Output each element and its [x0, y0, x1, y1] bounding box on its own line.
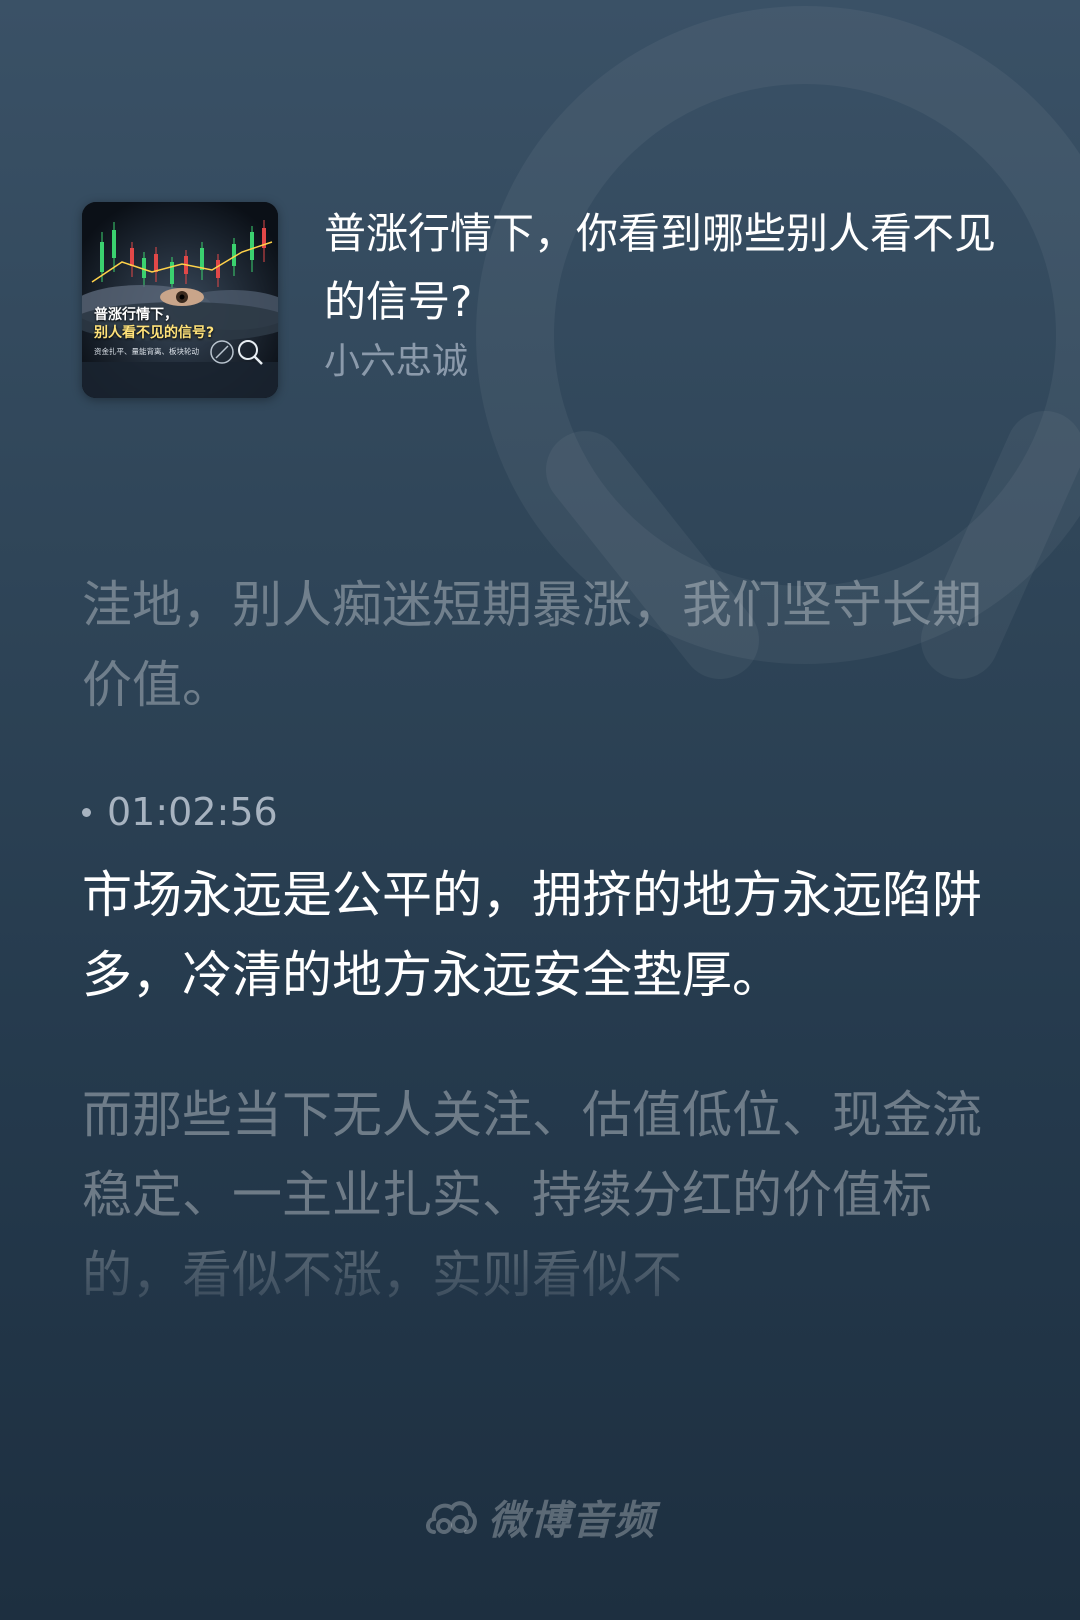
episode-cover-art[interactable]: 普涨行情下， 别人看不见的信号? 资金扎平、量能背离、板块轮动 [82, 202, 278, 398]
cover-title-line1: 普涨行情下， [94, 307, 178, 323]
transcript-timestamp: 01:02:56 [82, 790, 278, 834]
brand-watermark: 微博音频 [0, 1488, 1080, 1546]
brand-name: 微博音频 [488, 1498, 656, 1544]
author-name[interactable]: 小六忠诚 [324, 332, 468, 384]
cover-title-line2: 别人看不见的信号? [94, 325, 215, 341]
cover-background-image [82, 202, 278, 398]
cover-subtitle: 资金扎平、量能背离、板块轮动 [94, 347, 199, 356]
cover-title: 普涨行情下， 别人看不见的信号? [94, 306, 270, 342]
transcript-previous-line: 洼地，别人痴迷短期暴涨，我们坚守长期价值。 [82, 576, 982, 714]
transcript-next-line: 而那些当下无人关注、估值低位、现金流稳定、一主业扎实、持续分红的价值标的，看似不… [82, 1086, 982, 1304]
weibo-cloud-icon [426, 1501, 477, 1534]
bullet-dot-icon [82, 807, 91, 817]
timestamp-text: 01:02:56 [107, 790, 278, 834]
episode-title[interactable]: 普涨行情下，你看到哪些别人看不见的信号? [324, 200, 1004, 336]
transcript-current-line: 市场永远是公平的，拥挤的地方永远陷阱多，冷清的地方永远安全垫厚。 [82, 866, 982, 1004]
episode-header: 普涨行情下， 别人看不见的信号? 资金扎平、量能背离、板块轮动 普涨行情下，你看… [82, 202, 1002, 402]
